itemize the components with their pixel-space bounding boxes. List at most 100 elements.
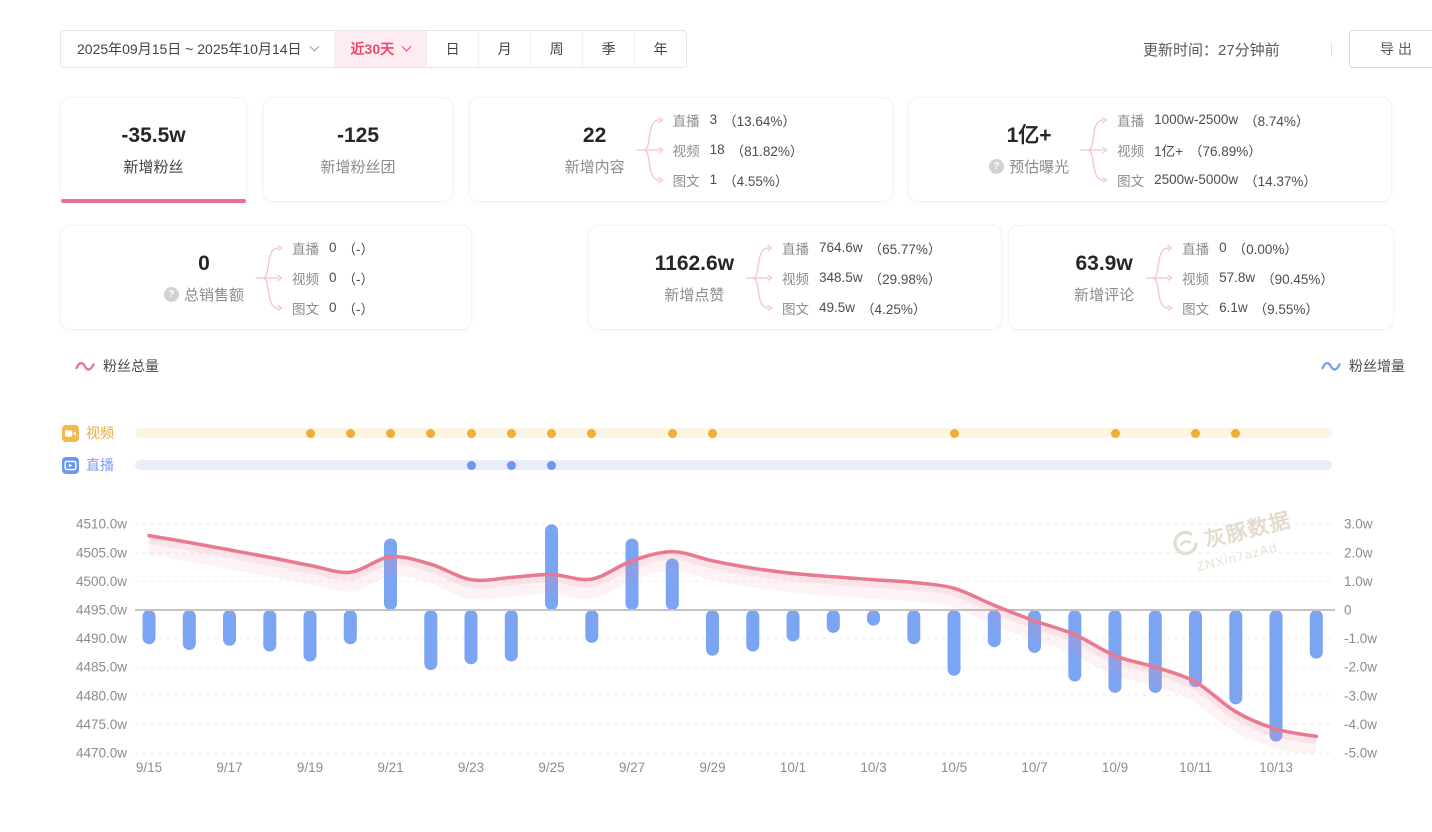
x-tick-9/17: 9/17 — [216, 760, 242, 775]
right-axis-tick: -5.0w — [1344, 746, 1377, 761]
video-dot-10/12[interactable] — [1231, 429, 1240, 438]
blue-wave-icon — [1321, 360, 1341, 372]
stat-label: 新增点赞 — [655, 284, 734, 305]
chevron-down-icon — [309, 41, 319, 51]
video-dot-9/25[interactable] — [547, 429, 556, 438]
breakdown-rows: 直播0（-）视频0（-）图文0（-） — [292, 233, 374, 323]
video-dot-9/21[interactable] — [386, 429, 395, 438]
bar-9/15[interactable] — [143, 610, 156, 644]
active-underline — [61, 199, 246, 203]
left-axis-tick: 4490.0w — [76, 631, 127, 646]
stat-card-1-2[interactable]: 63.9w 新增评论 直播0（0.00%）视频57.8w（90.45%）图文6.1w… — [1008, 225, 1394, 330]
left-axis-tick: 4470.0w — [76, 746, 127, 761]
quick-range-last30-button[interactable]: 近30天 — [334, 31, 427, 67]
video-icon — [62, 425, 79, 447]
x-tick-9/19: 9/19 — [297, 760, 323, 775]
stat-card-0-1[interactable]: -125新增粉丝团 — [263, 97, 453, 202]
video-dot-9/19[interactable] — [306, 429, 315, 438]
bar-9/24[interactable] — [505, 610, 518, 662]
live-dot-9/23[interactable] — [467, 461, 476, 470]
bar-10/5[interactable] — [948, 610, 961, 676]
bar-10/3[interactable] — [867, 610, 880, 626]
legend-fans-total[interactable]: 粉丝总量 — [75, 356, 159, 376]
video-dot-9/24[interactable] — [507, 429, 516, 438]
stat-value: 63.9w — [1074, 251, 1134, 277]
bar-9/19[interactable] — [304, 610, 317, 662]
bar-10/1[interactable] — [787, 610, 800, 642]
bar-10/4[interactable] — [907, 610, 920, 644]
x-tick-9/29: 9/29 — [699, 760, 725, 775]
live-timeline-row: 直播 — [0, 456, 1432, 474]
legend-label: 粉丝总量 — [103, 356, 159, 376]
breakdown-row: 直播0（0.00%） — [1182, 233, 1334, 263]
stat-card-0-2[interactable]: 22新增内容直播3（13.64%）视频18（81.82%）图文1（4.55%） — [469, 97, 893, 202]
video-dot-10/11[interactable] — [1191, 429, 1200, 438]
date-range-picker[interactable]: 2025年09月15日 ~ 2025年10月14日 — [61, 31, 334, 67]
period-tab-1[interactable]: 月 — [478, 31, 530, 67]
breakdown-connector — [254, 233, 288, 323]
video-dot-10/9[interactable] — [1111, 429, 1120, 438]
x-tick-9/21: 9/21 — [377, 760, 403, 775]
bar-10/13[interactable] — [1270, 610, 1283, 742]
stat-cards-panel: -35.5w新增粉丝 -125新增粉丝团 22新增内容直播3（13.64%）视频18… — [0, 97, 1432, 335]
bar-9/25[interactable] — [545, 524, 558, 610]
bar-9/26[interactable] — [585, 610, 598, 643]
stat-card-0-3[interactable]: 1亿+?预估曝光直播1000w-2500w（8.74%）视频1亿+（76.89%… — [908, 97, 1392, 202]
bar-9/17[interactable] — [223, 610, 236, 646]
quick-range-text: 近30天 — [351, 39, 395, 59]
bar-9/18[interactable] — [263, 610, 276, 652]
video-dot-9/20[interactable] — [346, 429, 355, 438]
video-dot-10/5[interactable] — [950, 429, 959, 438]
breakdown-row: 图文49.5w（4.25%） — [782, 293, 941, 323]
update-time-text: 更新时间：27分钟前 — [1143, 30, 1280, 68]
video-dot-9/22[interactable] — [426, 429, 435, 438]
breakdown-rows: 直播0（0.00%）视频57.8w（90.45%）图文6.1w（9.55%） — [1182, 233, 1334, 323]
left-axis-tick: 4495.0w — [76, 603, 127, 618]
period-tab-2[interactable]: 周 — [530, 31, 582, 67]
breakdown-row: 视频57.8w（90.45%） — [1182, 263, 1334, 293]
bar-10/11[interactable] — [1189, 610, 1202, 687]
stat-value-block: -125新增粉丝团 — [314, 123, 401, 177]
live-dot-9/24[interactable] — [507, 461, 516, 470]
bar-9/20[interactable] — [344, 610, 357, 644]
bar-9/23[interactable] — [465, 610, 478, 664]
bar-9/16[interactable] — [183, 610, 196, 650]
help-icon[interactable]: ? — [989, 159, 1004, 174]
bar-10/14[interactable] — [1310, 610, 1323, 659]
bar-9/22[interactable] — [424, 610, 437, 670]
fans-total-line[interactable] — [149, 536, 1316, 737]
stat-value-block: 1162.6w新增点赞 — [649, 251, 740, 305]
period-tab-0[interactable]: 日 — [426, 31, 478, 67]
export-button[interactable]: 导出 — [1349, 30, 1432, 68]
breakdown-row: 图文6.1w（9.55%） — [1182, 293, 1334, 323]
right-axis-tick: 0 — [1344, 603, 1352, 618]
period-tab-4[interactable]: 年 — [634, 31, 686, 67]
video-dot-9/23[interactable] — [467, 429, 476, 438]
left-axis-tick: 4510.0w — [76, 517, 127, 532]
stat-card-1-0[interactable]: 0?总销售额直播0（-）视频0（-）图文0（-） — [60, 225, 472, 330]
x-tick-10/5: 10/5 — [941, 760, 967, 775]
left-axis-tick: 4485.0w — [76, 660, 127, 675]
video-dot-9/29[interactable] — [708, 429, 717, 438]
video-dot-9/26[interactable] — [587, 429, 596, 438]
period-tab-3[interactable]: 季 — [582, 31, 634, 67]
live-dot-9/25[interactable] — [547, 461, 556, 470]
video-dot-9/28[interactable] — [668, 429, 677, 438]
breakdown-row: 视频0（-） — [292, 263, 374, 293]
stat-card-0-0[interactable]: -35.5w新增粉丝 — [60, 97, 247, 202]
left-axis-tick: 4480.0w — [76, 688, 127, 703]
stat-value: -125 — [320, 123, 395, 149]
bar-10/12[interactable] — [1229, 610, 1242, 704]
stat-label: 新增评论 — [1074, 284, 1134, 305]
breakdown-row: 直播1000w-2500w（8.74%） — [1117, 105, 1317, 135]
stat-card-1-1[interactable]: 1162.6w新增点赞直播764.6w（65.77%）视频348.5w（29.9… — [588, 225, 1002, 330]
bar-9/29[interactable] — [706, 610, 719, 656]
x-tick-10/13: 10/13 — [1259, 760, 1293, 775]
legend-fans-delta[interactable]: 粉丝增量 — [1321, 356, 1405, 376]
bar-9/30[interactable] — [746, 610, 759, 652]
right-axis-tick: -4.0w — [1344, 717, 1377, 732]
bar-10/2[interactable] — [827, 610, 840, 633]
stat-label: 新增粉丝 — [121, 156, 185, 177]
breakdown-row: 图文2500w-5000w（14.37%） — [1117, 165, 1317, 195]
help-icon[interactable]: ? — [164, 287, 179, 302]
